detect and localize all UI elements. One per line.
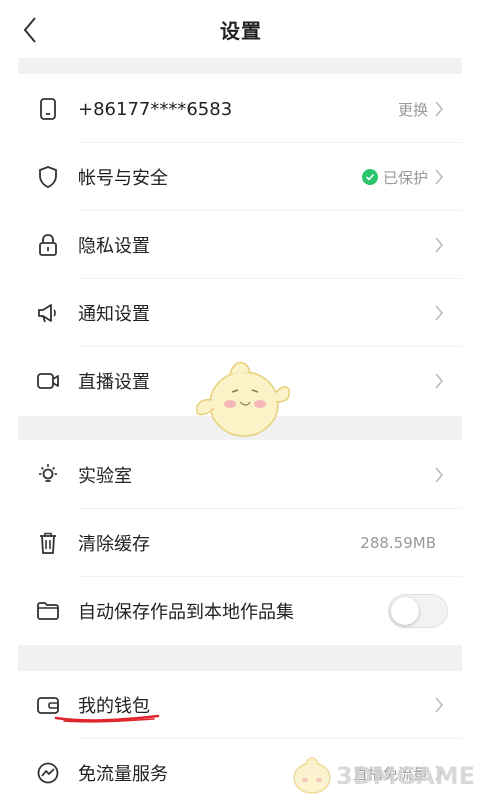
3dmgame-logo-watermark (293, 757, 331, 794)
auto-save-row: 自动保存作品到本地作品集 (18, 577, 462, 645)
privacy-settings-row[interactable]: 隐私设置 (18, 211, 462, 279)
chevron-right-icon (434, 99, 448, 119)
auto-save-label: 自动保存作品到本地作品集 (78, 602, 294, 623)
phone-number-label: +86177****6583 (78, 98, 233, 120)
lightbulb-icon (36, 463, 60, 487)
video-camera-icon (36, 369, 60, 393)
auto-save-toggle[interactable] (388, 594, 448, 628)
chevron-right-icon (434, 303, 448, 323)
red-underline-annotation (54, 714, 160, 723)
phone-number-row[interactable]: +86177****6583 更换 (18, 75, 462, 143)
page-title: 设置 (220, 18, 262, 43)
lock-icon (36, 233, 60, 257)
row-divider (80, 508, 462, 509)
row-divider (80, 278, 462, 279)
privacy-settings-label: 隐私设置 (78, 236, 150, 257)
chevron-right-icon (434, 465, 448, 485)
3dmgame-text-watermark: 3DMGAME (336, 762, 476, 790)
chevron-right-icon (434, 235, 448, 255)
lab-row[interactable]: 实验室 (18, 441, 462, 509)
back-button[interactable] (22, 12, 58, 48)
protection-status: 已保护 (382, 168, 428, 187)
row-divider (80, 346, 462, 347)
row-divider (80, 142, 462, 143)
notification-settings-label: 通知设置 (78, 304, 150, 325)
clear-cache-row[interactable]: 清除缓存 288.59MB (18, 509, 462, 577)
row-divider (80, 576, 462, 577)
back-arrow-icon (23, 17, 36, 43)
phone-icon (36, 97, 60, 121)
notification-settings-row[interactable]: 通知设置 (18, 279, 462, 347)
section-divider (18, 645, 462, 671)
account-security-row[interactable]: 帐号与安全 已保护 (18, 143, 462, 211)
change-phone-link[interactable]: 更换 (398, 99, 428, 120)
protected-check-icon (361, 169, 378, 185)
row-divider (80, 738, 462, 739)
trash-icon (36, 531, 60, 555)
shield-icon (36, 165, 60, 189)
folder-icon (36, 599, 60, 623)
speaker-icon (36, 301, 60, 325)
clear-cache-label: 清除缓存 (78, 534, 150, 555)
chevron-right-icon (434, 167, 448, 187)
account-security-label: 帐号与安全 (78, 168, 168, 189)
chevron-right-icon (434, 695, 448, 715)
section-divider (18, 58, 462, 74)
mascot-watermark (196, 361, 290, 437)
lab-label: 实验室 (78, 466, 132, 487)
trend-icon (36, 761, 60, 785)
row-divider (80, 210, 462, 211)
top-bar: 设置 (0, 0, 482, 58)
toggle-knob (391, 597, 419, 625)
chevron-right-icon (434, 371, 448, 391)
cache-size: 288.59MB (360, 534, 436, 552)
wallet-row[interactable]: 我的钱包 (18, 671, 462, 739)
